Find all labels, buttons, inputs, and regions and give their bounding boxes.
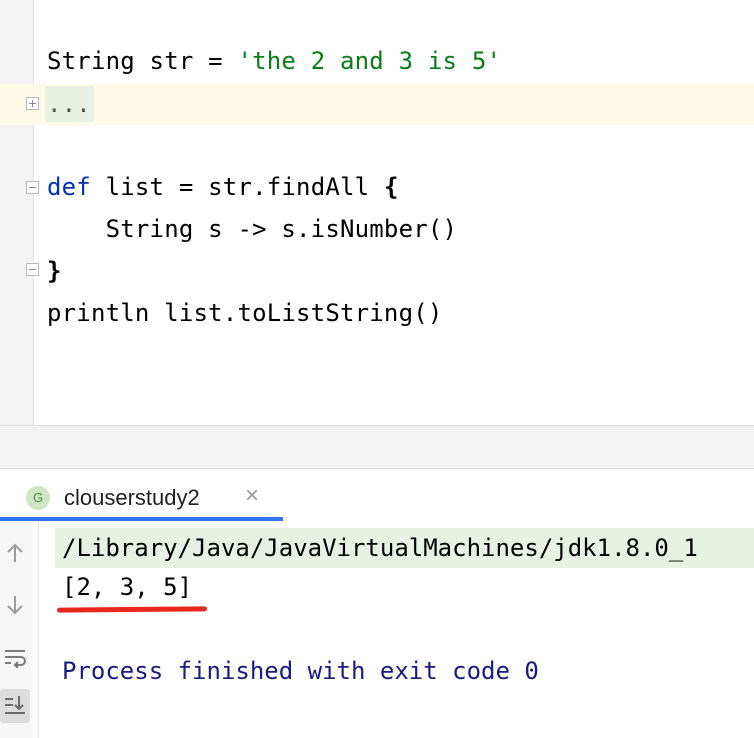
groovy-file-icon: G <box>26 486 50 510</box>
folded-code-placeholder[interactable]: ... <box>47 86 91 122</box>
close-icon[interactable]: × <box>241 484 263 508</box>
soft-wrap-icon[interactable] <box>0 641 30 675</box>
arrow-down-icon[interactable] <box>0 589 30 623</box>
console-exit-message: Process finished with exit code 0 <box>62 657 539 685</box>
code-line-6[interactable]: println list.toListString() <box>47 295 443 331</box>
code-line-4[interactable]: String s -> s.isNumber() <box>47 211 457 247</box>
code-text: String str = <box>47 47 238 75</box>
console-command-line: /Library/Java/JavaVirtualMachines/jdk1.8… <box>62 534 698 562</box>
close-brace[interactable]: } <box>47 253 62 289</box>
console-output-line: [2, 3, 5] <box>62 573 193 601</box>
run-tab-bar: G clouserstudy2 × <box>0 469 754 521</box>
code-line-1[interactable]: String str = 'the 2 and 3 is 5' <box>47 43 501 79</box>
scroll-to-end-icon[interactable] <box>0 689 30 723</box>
editor-gutter <box>0 0 33 425</box>
string-literal: 'the 2 and 3 is 5' <box>237 47 502 75</box>
fold-collapse-icon[interactable] <box>26 181 39 194</box>
tool-window-splitter[interactable] <box>0 425 754 469</box>
annotation-underline <box>56 606 208 613</box>
fold-expand-icon[interactable] <box>26 97 39 110</box>
gutter-divider <box>33 0 34 425</box>
code-line-3[interactable]: def list = str.findAll { <box>47 169 399 205</box>
keyword-def: def <box>47 173 91 201</box>
run-tab-clouserstudy2[interactable]: G clouserstudy2 × <box>0 469 283 521</box>
run-console[interactable]: /Library/Java/JavaVirtualMachines/jdk1.8… <box>0 521 754 738</box>
console-gutter-divider <box>38 521 39 738</box>
code-editor[interactable]: String str = 'the 2 and 3 is 5' ... def … <box>0 0 754 425</box>
code-text: list = str.findAll <box>90 173 384 201</box>
run-tab-label: clouserstudy2 <box>64 485 200 510</box>
open-brace: { <box>383 173 399 201</box>
folded-region-highlight <box>0 84 754 125</box>
fold-end-icon[interactable] <box>26 263 39 276</box>
arrow-up-icon[interactable] <box>0 537 30 571</box>
